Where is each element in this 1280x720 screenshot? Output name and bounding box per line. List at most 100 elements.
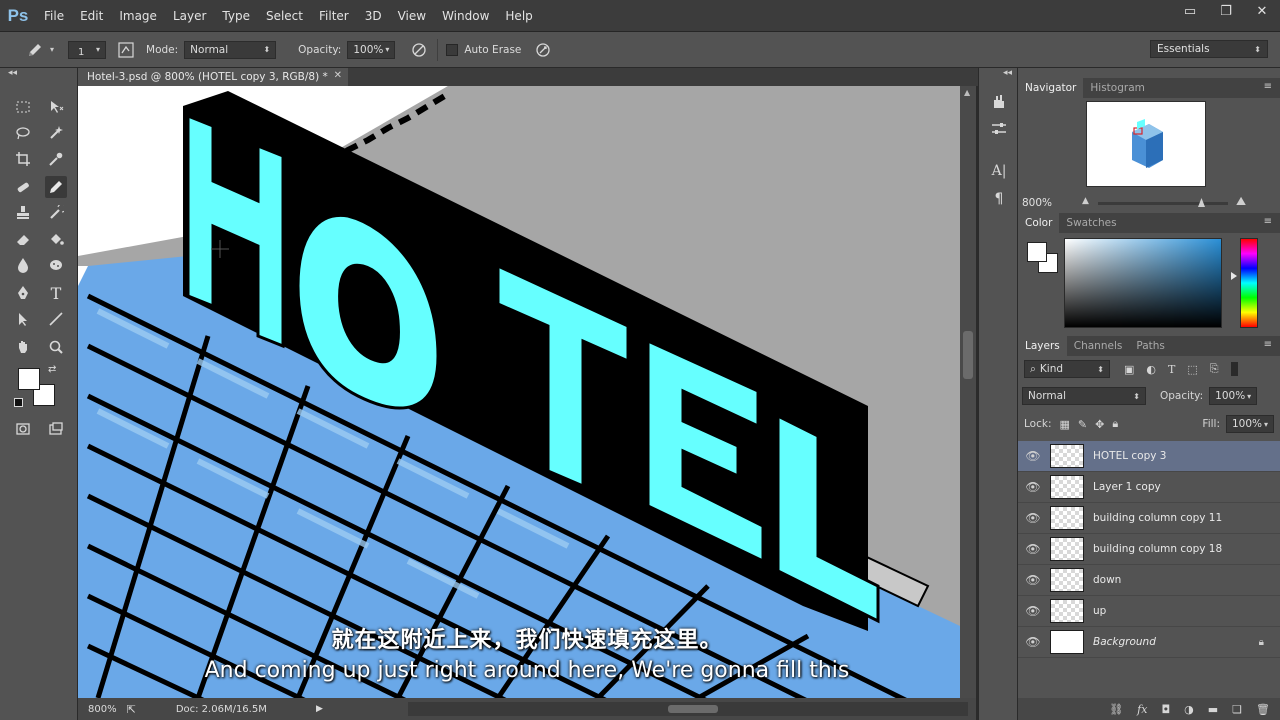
menu-layer[interactable]: Layer bbox=[165, 0, 214, 32]
minimize-button[interactable]: ▭ bbox=[1172, 0, 1208, 22]
visibility-eye-icon[interactable]: 👁︎ bbox=[1018, 449, 1048, 463]
document-tab[interactable]: Hotel-3.psd @ 800% (HOTEL copy 3, RGB/8)… bbox=[78, 68, 348, 86]
link-layers-icon[interactable]: ⛓ bbox=[1109, 703, 1123, 716]
menu-filter[interactable]: Filter bbox=[311, 0, 357, 32]
menu-image[interactable]: Image bbox=[111, 0, 165, 32]
lasso-tool-icon[interactable] bbox=[12, 122, 34, 144]
horizontal-scrollbar[interactable] bbox=[408, 702, 968, 716]
pen-tool-icon[interactable] bbox=[12, 282, 34, 304]
layer-filter-kind[interactable]: ⌕ Kind ⬍ bbox=[1024, 360, 1110, 378]
visibility-eye-icon[interactable]: 👁︎ bbox=[1018, 635, 1048, 649]
pencil-preset-icon[interactable] bbox=[20, 32, 50, 68]
new-adjustment-icon[interactable]: ◑ bbox=[1184, 703, 1194, 716]
close-button[interactable]: ✕ bbox=[1244, 0, 1280, 22]
menu-edit[interactable]: Edit bbox=[72, 0, 111, 32]
visibility-eye-icon[interactable]: 👁︎ bbox=[1018, 573, 1048, 587]
tab-layers[interactable]: Layers bbox=[1018, 336, 1067, 356]
layer-row[interactable]: 👁︎ up bbox=[1018, 596, 1280, 627]
visibility-eye-icon[interactable]: 👁︎ bbox=[1018, 480, 1048, 494]
lock-image-icon[interactable]: ✎ bbox=[1078, 418, 1087, 431]
visibility-eye-icon[interactable]: 👁︎ bbox=[1018, 542, 1048, 556]
swap-colors-icon[interactable]: ⇄ bbox=[48, 364, 56, 375]
menu-type[interactable]: Type bbox=[214, 0, 258, 32]
new-layer-icon[interactable]: ❏ bbox=[1232, 703, 1242, 716]
add-mask-icon[interactable]: ◘ bbox=[1161, 703, 1170, 716]
zoom-out-icon[interactable]: ▲ bbox=[1082, 196, 1089, 206]
opacity-input[interactable]: 100% ▾ bbox=[347, 40, 396, 59]
magic-wand-tool-icon[interactable] bbox=[45, 122, 67, 144]
hue-slider[interactable] bbox=[1240, 238, 1258, 328]
sponge-tool-icon[interactable] bbox=[45, 254, 67, 276]
visibility-eye-icon[interactable]: 👁︎ bbox=[1018, 511, 1048, 525]
color-picker-field[interactable] bbox=[1064, 238, 1222, 328]
foreground-color-swatch[interactable] bbox=[18, 368, 40, 390]
clone-stamp-tool-icon[interactable] bbox=[12, 202, 34, 224]
mode-select[interactable]: Normal ⬍ bbox=[184, 40, 277, 59]
horizontal-scroll-thumb[interactable] bbox=[668, 705, 718, 713]
pressure-opacity-icon[interactable] bbox=[407, 38, 431, 62]
screen-mode-icon[interactable] bbox=[45, 418, 67, 440]
tab-navigator[interactable]: Navigator bbox=[1018, 78, 1084, 98]
tab-color[interactable]: Color bbox=[1018, 213, 1060, 233]
filter-smart-object-icon[interactable]: ⎘ bbox=[1210, 362, 1219, 376]
path-selection-tool-icon[interactable] bbox=[12, 308, 34, 330]
workspace-select[interactable]: Essentials ⬍ bbox=[1150, 40, 1268, 58]
crop-tool-icon[interactable] bbox=[12, 148, 34, 170]
tool-presets-icon[interactable] bbox=[988, 90, 1010, 112]
zoom-tool-icon[interactable] bbox=[45, 336, 67, 358]
healing-brush-tool-icon[interactable] bbox=[12, 176, 34, 198]
eyedropper-tool-icon[interactable] bbox=[45, 148, 67, 170]
blend-mode-select[interactable]: Normal ⬍ bbox=[1022, 387, 1146, 405]
history-brush-tool-icon[interactable] bbox=[45, 202, 67, 224]
layer-row[interactable]: 👁︎ down bbox=[1018, 565, 1280, 596]
layer-row[interactable]: 👁︎ HOTEL copy 3 bbox=[1018, 441, 1280, 472]
lock-all-icon[interactable]: 🔒︎ bbox=[1112, 417, 1118, 431]
zoom-in-icon[interactable]: ⛰ bbox=[1236, 194, 1246, 209]
pressure-size-icon[interactable] bbox=[531, 38, 555, 62]
auto-erase-checkbox[interactable] bbox=[446, 43, 459, 56]
menu-window[interactable]: Window bbox=[434, 0, 497, 32]
color-menu-icon[interactable]: ≡ bbox=[1264, 216, 1272, 227]
menu-help[interactable]: Help bbox=[497, 0, 540, 32]
lock-position-icon[interactable]: ✥ bbox=[1095, 418, 1104, 431]
blur-tool-icon[interactable] bbox=[12, 254, 34, 276]
collapse-toolbar-icon[interactable]: ◂◂ bbox=[8, 68, 17, 78]
vertical-scrollbar[interactable]: ▲ bbox=[960, 86, 976, 698]
line-tool-icon[interactable] bbox=[45, 308, 67, 330]
layer-style-icon[interactable]: fx bbox=[1137, 703, 1147, 716]
document-canvas[interactable] bbox=[78, 86, 960, 698]
visibility-eye-icon[interactable]: 👁︎ bbox=[1018, 604, 1048, 618]
filter-type-icon[interactable]: T bbox=[1168, 363, 1175, 376]
navigator-thumbnail[interactable] bbox=[1086, 101, 1206, 187]
adjustments-icon[interactable] bbox=[988, 118, 1010, 140]
navigator-zoom[interactable]: 800% bbox=[1022, 197, 1052, 209]
layer-row[interactable]: 👁︎ Background 🔒︎ bbox=[1018, 627, 1280, 658]
menu-3d[interactable]: 3D bbox=[357, 0, 390, 32]
move-tool-icon[interactable] bbox=[45, 96, 67, 118]
status-zoom[interactable]: 800% bbox=[88, 704, 117, 715]
expand-strip-icon[interactable]: ◂◂ bbox=[1003, 68, 1012, 78]
brush-panel-icon[interactable] bbox=[114, 38, 138, 62]
layer-opacity-input[interactable]: 100% ▾ bbox=[1209, 387, 1258, 405]
navigator-menu-icon[interactable]: ≡ bbox=[1264, 81, 1272, 92]
character-panel-icon[interactable]: A| bbox=[988, 160, 1010, 182]
close-document-icon[interactable]: ✕ bbox=[334, 70, 342, 81]
paragraph-panel-icon[interactable]: ¶ bbox=[988, 188, 1010, 210]
hue-marker-icon[interactable] bbox=[1231, 272, 1237, 280]
brush-size-box[interactable]: 1 ▾ bbox=[68, 40, 107, 59]
marquee-tool-icon[interactable] bbox=[12, 96, 34, 118]
navigator-zoom-slider[interactable] bbox=[1098, 198, 1228, 207]
new-group-icon[interactable]: ▬ bbox=[1208, 703, 1218, 716]
vertical-scroll-thumb[interactable] bbox=[963, 331, 973, 379]
layers-menu-icon[interactable]: ≡ bbox=[1264, 339, 1272, 350]
type-tool-icon[interactable]: T bbox=[45, 282, 67, 304]
menu-select[interactable]: Select bbox=[258, 0, 311, 32]
menu-file[interactable]: File bbox=[36, 0, 72, 32]
navigator-zoom-knob[interactable] bbox=[1198, 198, 1205, 207]
tab-paths[interactable]: Paths bbox=[1129, 336, 1172, 356]
layer-row[interactable]: 👁︎ Layer 1 copy bbox=[1018, 472, 1280, 503]
restore-button[interactable]: ❐ bbox=[1208, 0, 1244, 22]
filter-pixel-icon[interactable]: ▣ bbox=[1124, 363, 1134, 376]
quick-mask-icon[interactable] bbox=[12, 418, 34, 440]
tab-swatches[interactable]: Swatches bbox=[1059, 213, 1123, 233]
